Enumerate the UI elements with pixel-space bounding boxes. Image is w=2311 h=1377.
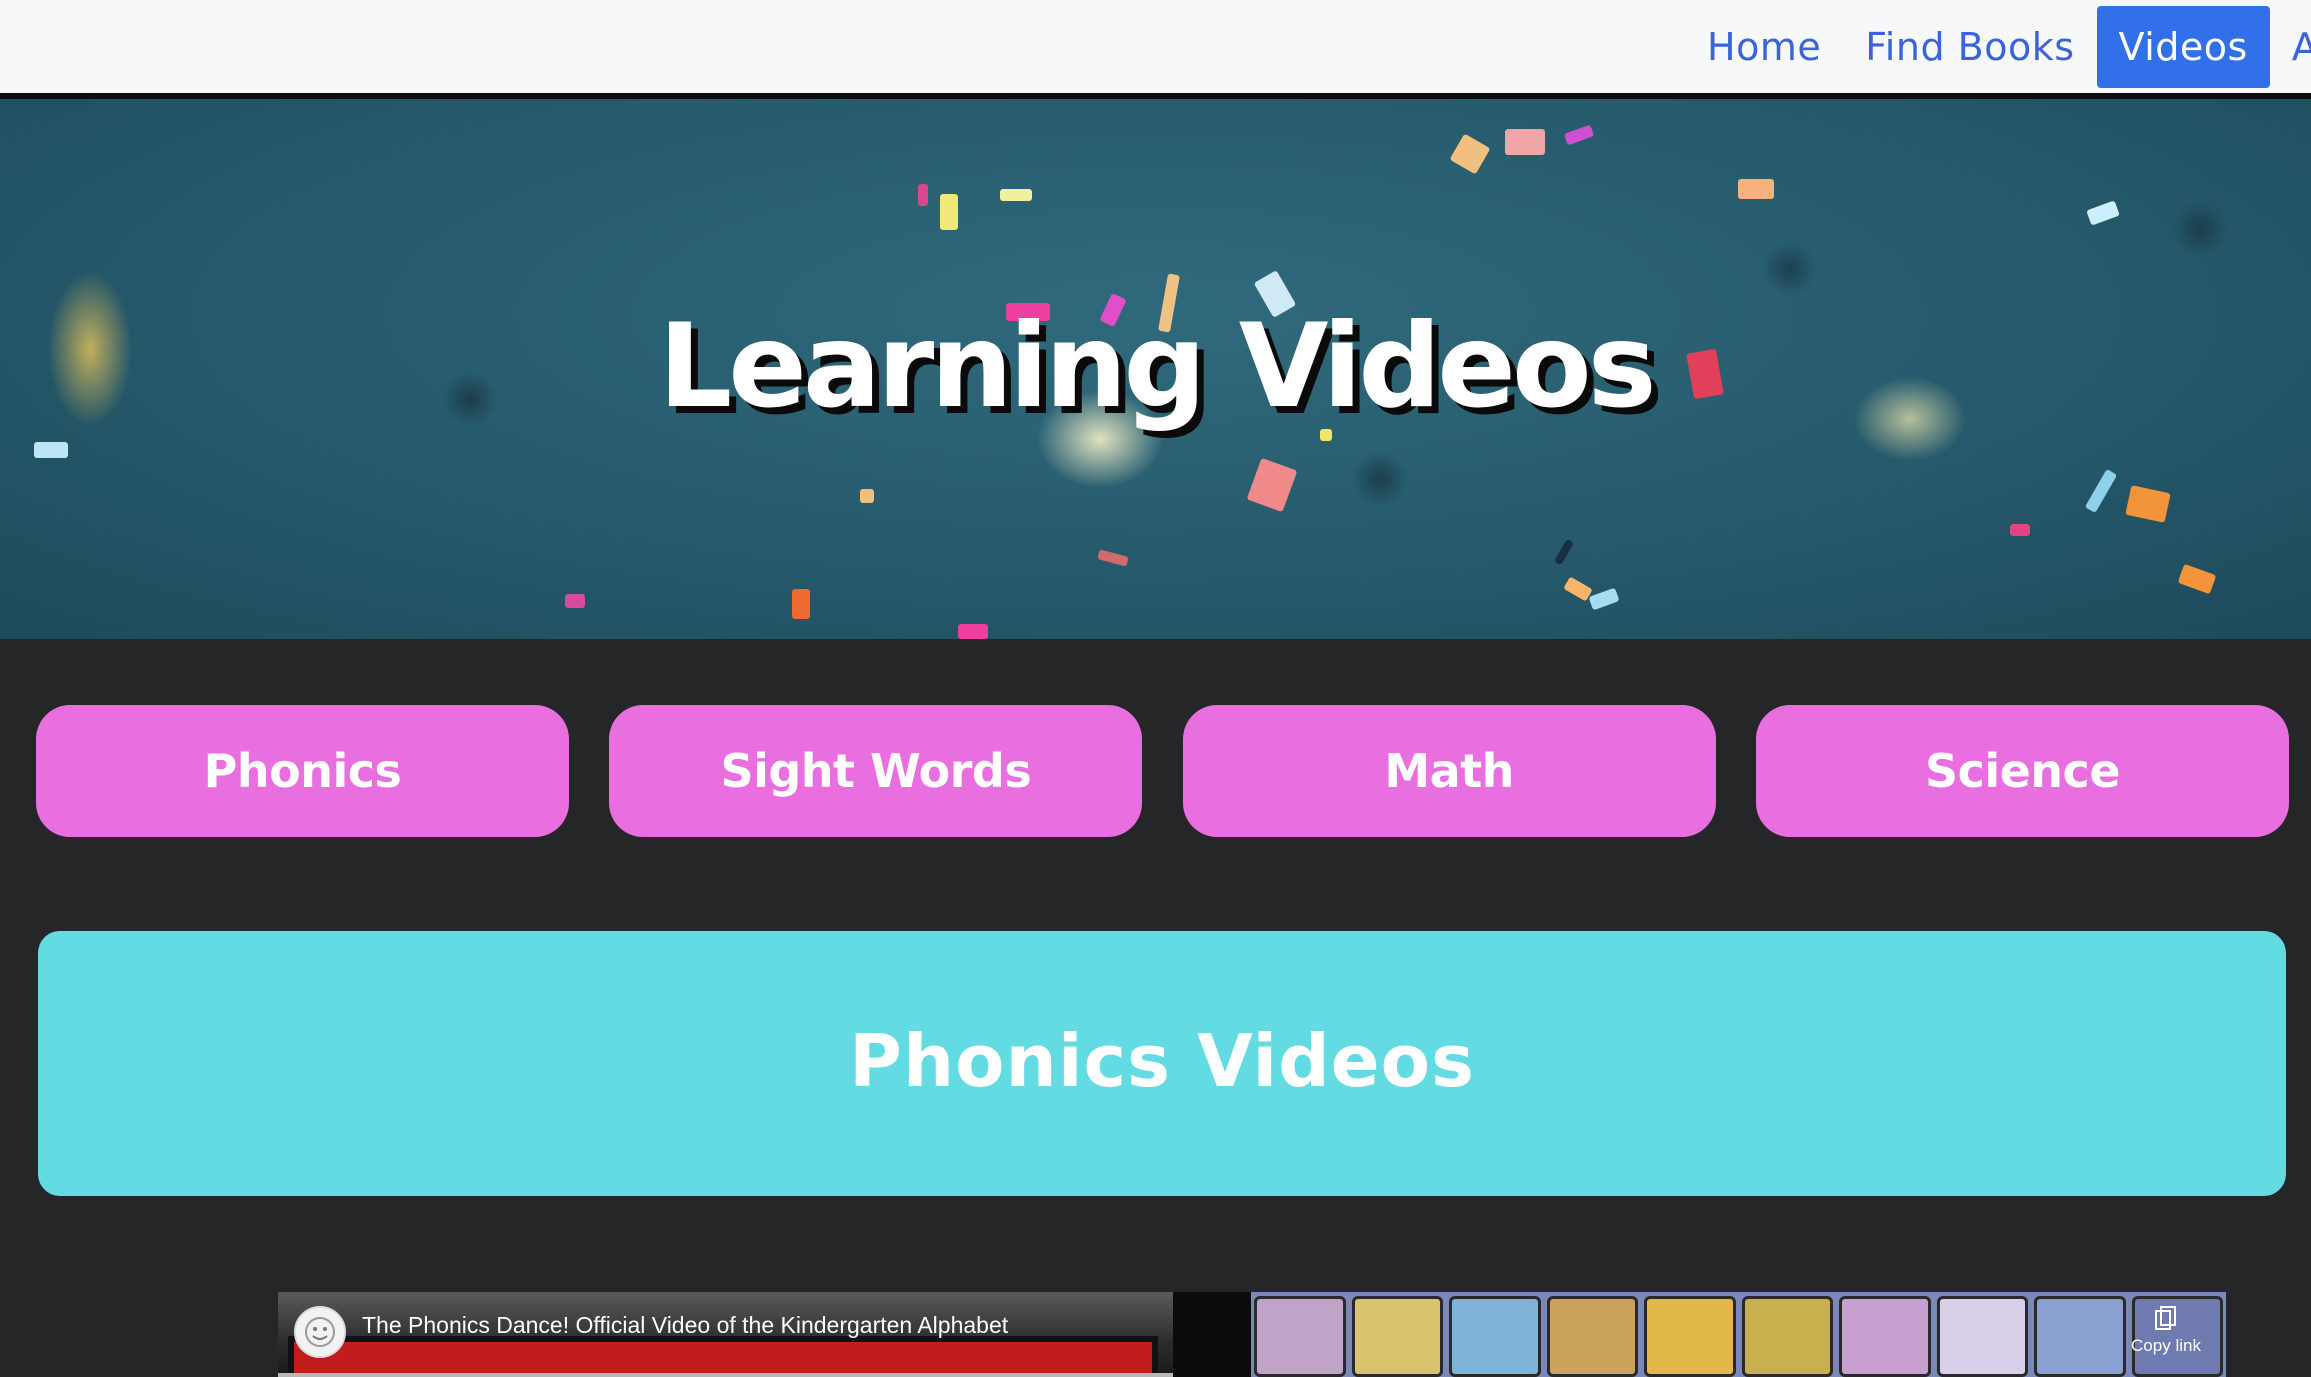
- video-frame-alphabet-tiles: Copy link: [1251, 1292, 2226, 1377]
- alphabet-tile: [1644, 1296, 1736, 1377]
- copy-link-button[interactable]: Copy link: [2116, 1306, 2216, 1356]
- video-player[interactable]: The Phonics Dance! Official Video of the…: [278, 1292, 1173, 1377]
- video-divider: [278, 1373, 1173, 1377]
- alphabet-tile: [1449, 1296, 1541, 1377]
- confetti-piece: [958, 624, 988, 639]
- nav-item-find-books[interactable]: Find Books: [1843, 6, 2096, 88]
- nav-item-home[interactable]: Home: [1685, 6, 1843, 88]
- alphabet-tile: [1254, 1296, 1346, 1377]
- nav-item-videos[interactable]: Videos: [2096, 6, 2270, 88]
- confetti-piece: [918, 184, 928, 206]
- confetti-piece: [1097, 549, 1129, 567]
- category-button-sight-words[interactable]: Sight Words: [609, 705, 1143, 837]
- confetti-piece: [1588, 587, 1620, 611]
- confetti-piece: [1563, 124, 1595, 146]
- category-button-phonics[interactable]: Phonics: [36, 705, 569, 837]
- section-title: Phonics Videos: [849, 1019, 1475, 1103]
- confetti-piece: [1505, 129, 1545, 155]
- category-button-science[interactable]: Science: [1755, 705, 2289, 837]
- video-thumbnail: [288, 1336, 1158, 1377]
- nav-item-app[interactable]: App: [2270, 6, 2311, 88]
- confetti-piece: [2086, 200, 2120, 226]
- alphabet-tile: [1741, 1296, 1833, 1377]
- confetti-piece: [2010, 524, 2030, 536]
- confetti-piece: [1738, 179, 1774, 199]
- video-embed[interactable]: The Phonics Dance! Official Video of the…: [278, 1292, 2226, 1377]
- top-navigation: Home Find Books Videos App: [0, 0, 2311, 99]
- confetti-piece: [2125, 485, 2171, 523]
- video-title[interactable]: The Phonics Dance! Official Video of the…: [362, 1312, 1008, 1339]
- video-letterbox: [1173, 1292, 1251, 1377]
- hero-banner: Learning Videos: [0, 99, 2311, 639]
- copy-icon: [2155, 1306, 2176, 1330]
- confetti-piece: [1000, 189, 1032, 201]
- confetti-piece: [860, 489, 874, 503]
- section-banner: Phonics Videos: [38, 931, 2286, 1196]
- alphabet-tile: [1546, 1296, 1638, 1377]
- channel-avatar[interactable]: [294, 1306, 346, 1358]
- confetti-piece: [1246, 457, 1298, 513]
- confetti-piece: [34, 442, 68, 458]
- confetti-piece: [1554, 538, 1574, 566]
- copy-link-label: Copy link: [2131, 1336, 2201, 1355]
- confetti-piece: [2084, 468, 2118, 514]
- confetti-piece: [565, 594, 585, 608]
- confetti-piece: [1449, 133, 1491, 175]
- confetti-piece: [2177, 563, 2217, 595]
- page-title: Learning Videos: [658, 299, 1656, 434]
- confetti-piece: [940, 194, 958, 230]
- channel-logo-icon: [305, 1317, 335, 1347]
- category-button-math[interactable]: Math: [1182, 705, 1716, 837]
- nav-menu: Home Find Books Videos App: [1685, 6, 2311, 88]
- alphabet-tile: [1839, 1296, 1931, 1377]
- category-button-row: Phonics Sight Words Math Science: [36, 705, 2289, 837]
- alphabet-tile: [1936, 1296, 2028, 1377]
- confetti-piece: [792, 589, 810, 619]
- alphabet-tile: [1351, 1296, 1443, 1377]
- alphabet-tile: [2034, 1296, 2126, 1377]
